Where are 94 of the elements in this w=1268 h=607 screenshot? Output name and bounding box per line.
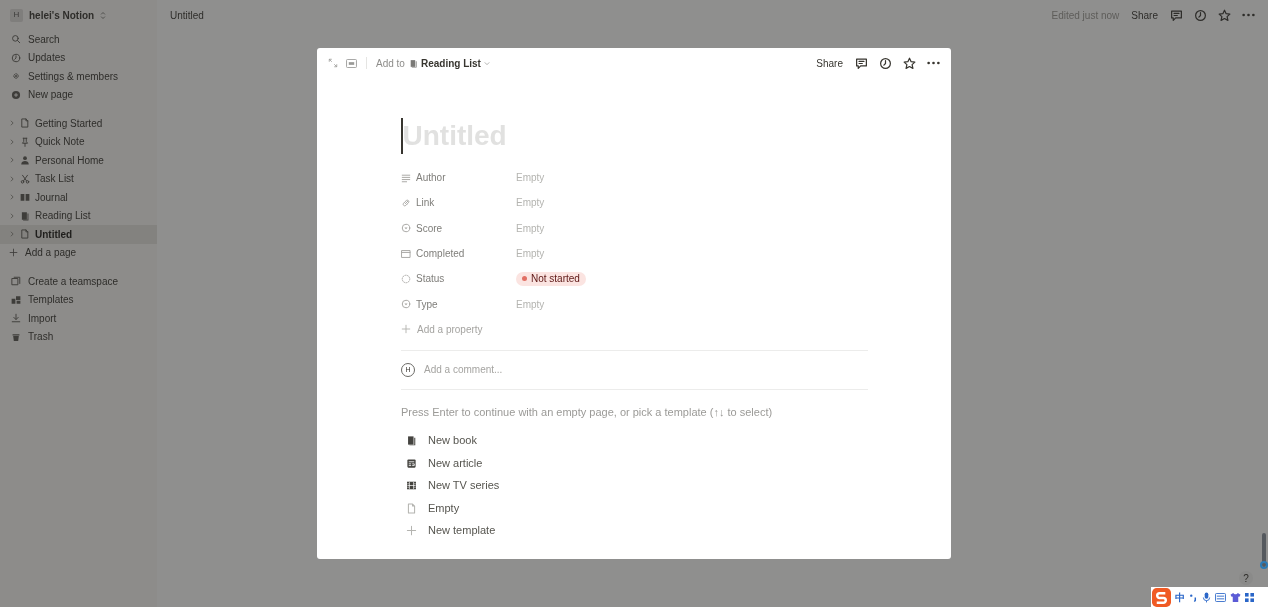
add-to-label: Add to: [376, 56, 405, 71]
chevron-right-icon: [9, 194, 15, 201]
property-value[interactable]: Empty: [516, 170, 545, 186]
caret-icon: [483, 60, 490, 66]
comment-field[interactable]: Add a comment...: [424, 362, 868, 378]
sidebar-action[interactable]: Create a teamspace: [28, 273, 119, 289]
scissors-icon: [20, 173, 30, 184]
sidebar-page[interactable]: Untitled: [0, 225, 157, 244]
property-value[interactable]: Empty: [516, 296, 545, 312]
property-name[interactable]: Link: [416, 195, 435, 211]
template-option[interactable]: New book: [428, 432, 477, 449]
property-name[interactable]: Completed: [416, 246, 465, 262]
ime-logo-icon[interactable]: [1152, 587, 1171, 607]
template-hint: Press Enter to continue with an empty page, or pick a template (↑↓ to select): [401, 404, 774, 420]
sidebar-page[interactable]: Getting Started: [0, 114, 157, 133]
document-icon: [20, 118, 30, 129]
sidebar-action[interactable]: Templates: [28, 292, 74, 308]
sidebar-action[interactable]: Import: [28, 310, 57, 326]
plus-icon: [401, 324, 411, 335]
sidebar-action[interactable]: New page: [28, 87, 74, 103]
dashed-circle-icon: [401, 273, 411, 284]
sidebar-page[interactable]: Reading List: [0, 206, 157, 225]
chevron-right-icon: [9, 120, 15, 127]
share-button[interactable]: Share: [1131, 7, 1158, 23]
template-option[interactable]: New article: [428, 454, 483, 472]
panel-icon[interactable]: [346, 58, 357, 68]
sidebar-action[interactable]: Settings & members: [28, 68, 119, 84]
microphone-icon[interactable]: [1202, 591, 1211, 603]
shirt-icon[interactable]: [1230, 591, 1241, 603]
ime-mode[interactable]: 中: [1175, 589, 1185, 605]
calendar-icon: [401, 248, 411, 259]
chevron-updown-icon: [100, 10, 107, 20]
share-button[interactable]: Share: [816, 55, 843, 71]
chevron-right-icon: [9, 157, 15, 164]
sidebar-action[interactable]: Updates: [28, 50, 66, 66]
scroll-handle[interactable]: [1260, 561, 1268, 569]
help-button[interactable]: ?: [1239, 571, 1253, 585]
property-name[interactable]: Author: [416, 170, 446, 186]
chevron-right-icon: [9, 212, 15, 219]
dropdown-circle-icon: [401, 223, 411, 234]
trash-icon: [11, 331, 21, 342]
sidebar-page[interactable]: Journal: [0, 188, 157, 207]
link-icon: [401, 197, 411, 208]
chevron-right-icon: [9, 138, 15, 145]
shapes-icon: [11, 294, 21, 305]
property-name[interactable]: Type: [416, 296, 438, 312]
clock-icon: [11, 52, 21, 63]
film-icon: [406, 480, 417, 492]
database-selector[interactable]: Reading List: [408, 55, 490, 71]
book-icon: [20, 192, 30, 203]
workspace-name[interactable]: helei's Notion: [29, 7, 95, 23]
plus-circle-icon: [11, 89, 21, 100]
template-option[interactable]: New TV series: [428, 477, 500, 494]
sidebar-page[interactable]: Personal Home: [0, 151, 157, 170]
template-option[interactable]: Empty: [428, 499, 460, 517]
search-icon: [11, 34, 21, 45]
chevron-right-icon: [9, 175, 15, 182]
dropdown-circle-icon: [401, 299, 411, 310]
download-icon: [11, 313, 21, 324]
document-icon: [20, 229, 30, 240]
breadcrumb[interactable]: Untitled: [170, 7, 204, 23]
property-name[interactable]: Status: [416, 271, 445, 287]
book-icon: [408, 58, 418, 68]
property-value[interactable]: Empty: [516, 246, 545, 262]
book-icon: [20, 210, 30, 221]
sidebar-action[interactable]: Search: [28, 31, 60, 47]
text-lines-icon: [401, 172, 411, 183]
add-property-button[interactable]: Add a property: [417, 321, 483, 337]
star-icon[interactable]: [1218, 8, 1231, 22]
clock-icon[interactable]: [879, 56, 892, 70]
status-tag[interactable]: Not started: [516, 271, 586, 286]
sidebar-action[interactable]: Trash: [28, 329, 54, 345]
more-icon[interactable]: [927, 61, 940, 65]
punctuation-icon[interactable]: [1189, 592, 1198, 602]
sidebar-page[interactable]: Quick Note: [0, 132, 157, 151]
template-option[interactable]: New template: [428, 522, 496, 539]
property-value[interactable]: Empty: [516, 220, 545, 236]
add-page-link[interactable]: Add a page: [25, 245, 77, 261]
plus-icon: [406, 525, 417, 537]
property-value[interactable]: Empty: [516, 195, 545, 211]
star-icon[interactable]: [903, 56, 916, 70]
comment-icon[interactable]: [855, 56, 868, 70]
pin-icon: [20, 136, 30, 147]
chevron-right-icon: [9, 231, 15, 238]
article-icon: [406, 457, 417, 469]
document-icon: [406, 502, 417, 514]
sidebar-page[interactable]: Task List: [0, 169, 157, 188]
property-name[interactable]: Score: [416, 220, 443, 236]
stacked-pages-icon: [11, 276, 21, 287]
grid-icon[interactable]: [1245, 592, 1254, 602]
person-icon: [20, 155, 30, 166]
keyboard-icon[interactable]: [1215, 592, 1226, 602]
plus-icon: [9, 248, 18, 258]
book-icon: [406, 435, 417, 447]
